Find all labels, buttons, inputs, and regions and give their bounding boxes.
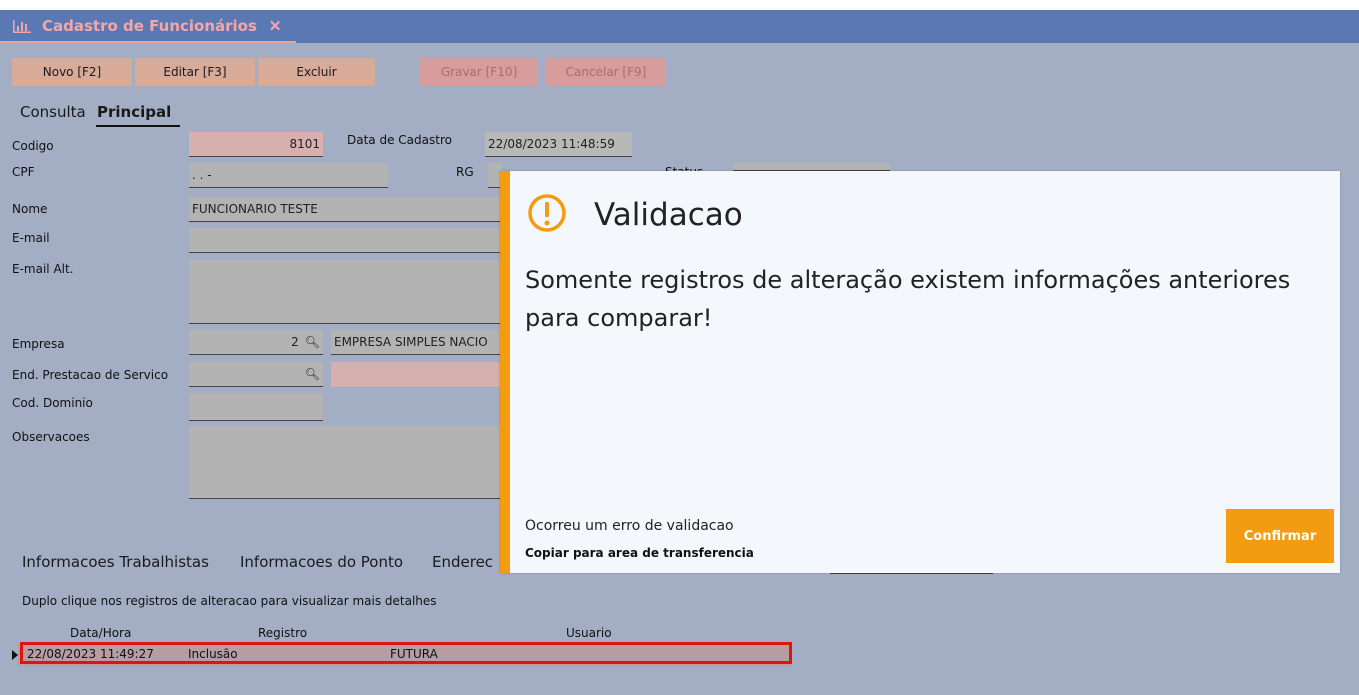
empresa-code: 2	[291, 335, 299, 349]
novo-button[interactable]: Novo [F2]	[12, 58, 132, 86]
title-bar: Cadastro de Funcionários ✕	[0, 10, 1359, 43]
tab-cadastro-funcionarios[interactable]: Cadastro de Funcionários ✕	[0, 10, 296, 43]
end-prestacao-field[interactable]: 🔍︎	[189, 362, 323, 387]
cod-dominio-field[interactable]	[189, 393, 323, 421]
tab-endereco[interactable]: Enderec	[432, 553, 500, 571]
email-alt-label: E-mail Alt.	[12, 262, 74, 276]
search-icon[interactable]: 🔍︎	[305, 335, 320, 349]
codigo-label: Codigo	[12, 139, 54, 153]
observacoes-field[interactable]	[189, 426, 501, 499]
active-tab-underline	[96, 125, 180, 127]
status-field[interactable]	[733, 163, 890, 171]
rg-label: RG	[456, 165, 474, 179]
end-prestacao-label: End. Prestacao de Servico	[12, 368, 169, 382]
history-hint: Duplo clique nos registros de alteracao …	[22, 594, 437, 608]
column-datahora[interactable]: Data/Hora	[70, 626, 131, 640]
empresa-label: Empresa	[12, 337, 65, 351]
tab-consulta[interactable]: Consulta	[20, 103, 86, 121]
column-usuario[interactable]: Usuario	[566, 626, 612, 640]
confirm-button[interactable]: Confirmar	[1226, 509, 1334, 563]
dialog-accent-bar	[500, 171, 510, 573]
tab-principal[interactable]: Principal	[97, 103, 171, 121]
copy-to-clipboard-link[interactable]: Copiar para area de transferencia	[525, 546, 754, 560]
email-label: E-mail	[12, 231, 50, 245]
empresa-code-field[interactable]: 2 🔍︎	[189, 330, 323, 355]
cpf-field[interactable]: . . -	[189, 163, 388, 188]
gravar-button[interactable]: Gravar [F10]	[420, 58, 538, 86]
empresa-name-field: EMPRESA SIMPLES NACIO	[331, 330, 501, 355]
tab-informacoes-trabalhistas[interactable]: Informacoes Trabalhistas	[22, 553, 209, 571]
end-prestacao-desc-field	[331, 362, 501, 387]
nome-value: FUNCIONARIO TESTE	[192, 202, 318, 216]
cod-dominio-label: Cod. Dominio	[12, 396, 93, 410]
data-cadastro-label: Data de Cadastro	[347, 133, 452, 147]
observacoes-label: Observacoes	[12, 430, 90, 444]
dialog-title: Validacao	[594, 197, 743, 233]
validation-dialog: Validacao Somente registros de alteração…	[500, 171, 1340, 573]
tab-title: Cadastro de Funcionários	[42, 16, 257, 35]
email-alt-field[interactable]	[189, 260, 501, 324]
cpf-label: CPF	[12, 165, 35, 179]
nome-field[interactable]: FUNCIONARIO TESTE	[189, 197, 501, 222]
warning-icon	[528, 194, 566, 232]
data-cadastro-field: 22/08/2023 11:48:59	[485, 132, 632, 157]
editar-button[interactable]: Editar [F3]	[135, 58, 255, 86]
row-highlight-box	[20, 642, 792, 664]
cpf-value: . . -	[192, 168, 212, 182]
search-icon[interactable]: 🔍︎	[305, 367, 320, 381]
email-field[interactable]	[189, 228, 501, 253]
close-icon[interactable]: ✕	[269, 17, 282, 35]
dialog-message: Somente registros de alteração existem i…	[525, 266, 1291, 332]
codigo-field[interactable]: 8101	[189, 132, 323, 157]
nome-label: Nome	[12, 202, 48, 216]
dialog-error-text: Ocorreu um erro de validacao	[525, 518, 734, 534]
chart-icon	[13, 19, 31, 33]
empresa-name: EMPRESA SIMPLES NACIO	[334, 335, 488, 349]
cancelar-button[interactable]: Cancelar [F9]	[546, 58, 666, 86]
data-cadastro-value: 22/08/2023 11:48:59	[488, 137, 615, 151]
tab-informacoes-ponto[interactable]: Informacoes do Ponto	[240, 553, 403, 571]
table-row[interactable]: 22/08/2023 11:49:27 Inclusão FUTURA	[12, 642, 792, 666]
codigo-value: 8101	[289, 137, 320, 151]
excluir-button[interactable]: Excluir	[258, 58, 375, 86]
column-registro[interactable]: Registro	[258, 626, 307, 640]
